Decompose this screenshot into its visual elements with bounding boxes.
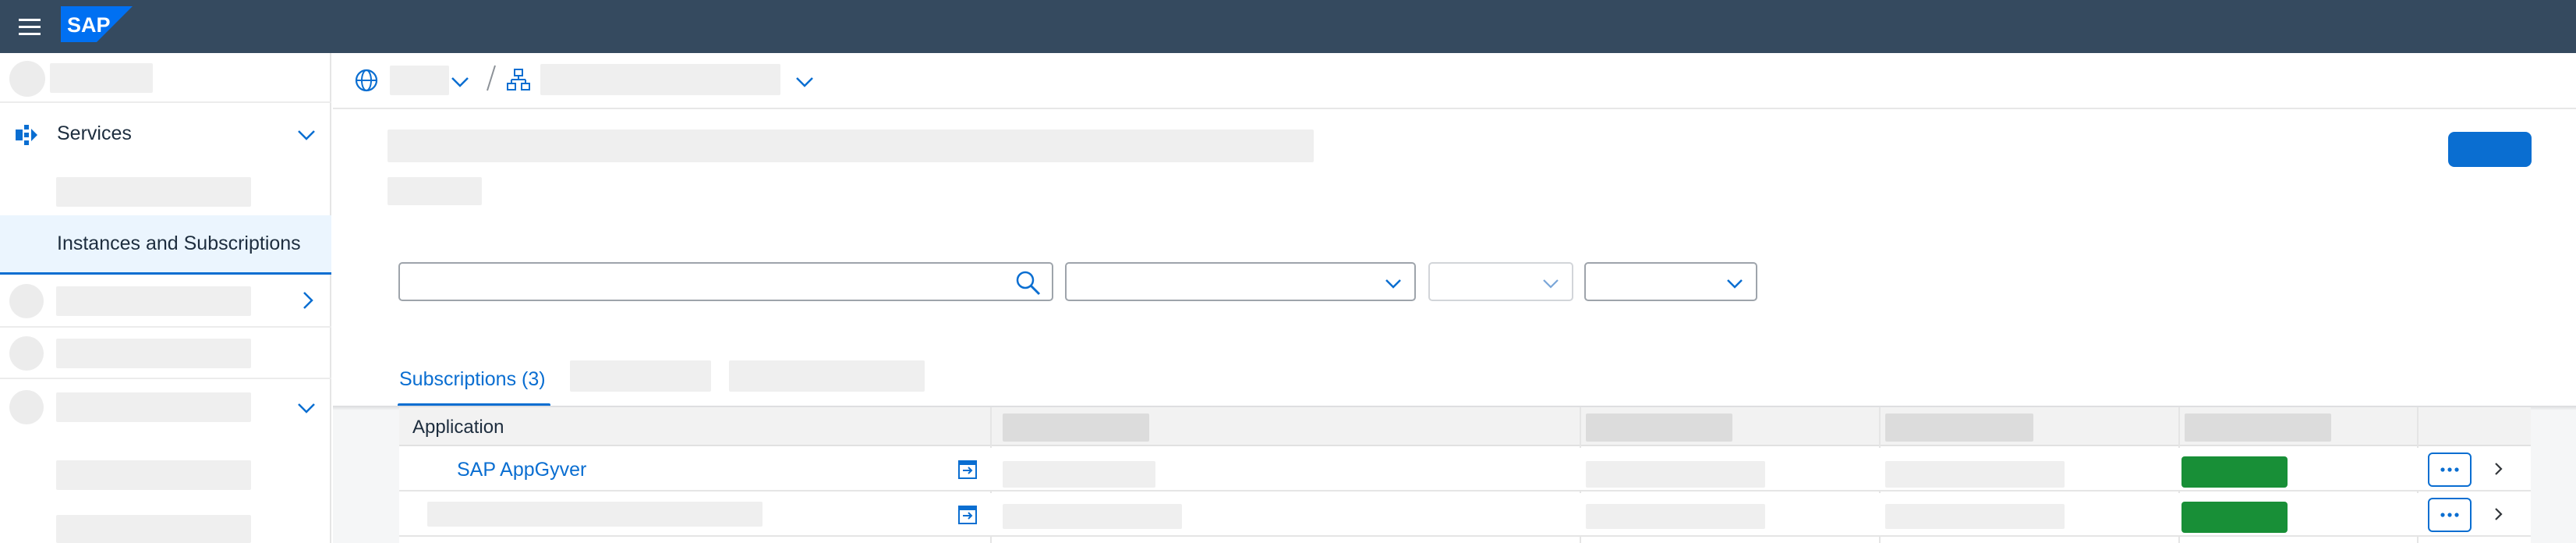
chevron-right-icon[interactable] — [2487, 457, 2511, 481]
sidebar-item[interactable] — [0, 379, 331, 434]
cell-placeholder — [1586, 504, 1765, 529]
chevron-down-icon — [1725, 273, 1745, 293]
search-input[interactable] — [398, 262, 1053, 301]
tab-placeholder[interactable] — [729, 360, 925, 392]
chevron-down-icon — [1541, 273, 1561, 293]
chevron-right-icon[interactable] — [296, 289, 320, 312]
application-link[interactable]: SAP AppGyver — [457, 459, 586, 481]
chevron-right-icon[interactable] — [2487, 502, 2511, 526]
breadcrumb-separator — [486, 62, 497, 94]
chevron-down-icon[interactable] — [448, 70, 472, 94]
avatar — [9, 61, 45, 97]
column-header-placeholder[interactable] — [2185, 413, 2331, 442]
shell-bar: SAP — [0, 0, 2576, 53]
chevron-down-icon[interactable] — [295, 123, 318, 147]
region-placeholder[interactable] — [390, 66, 449, 95]
chevron-down-icon[interactable] — [295, 396, 318, 420]
filter-select-1[interactable] — [1065, 262, 1416, 301]
sidebar-subitem-placeholder[interactable] — [56, 515, 251, 543]
page-subtitle — [387, 177, 482, 205]
open-application-icon[interactable] — [956, 503, 979, 527]
column-header-placeholder[interactable] — [1885, 413, 2033, 442]
hierarchy-icon[interactable] — [506, 67, 531, 92]
row-actions-button[interactable] — [2428, 452, 2472, 487]
chevron-down-icon[interactable] — [793, 70, 816, 94]
cell-placeholder — [1885, 461, 2065, 488]
more-icon — [2440, 513, 2459, 517]
sidebar-item-instances-subscriptions[interactable]: Instances and Subscriptions — [0, 215, 331, 275]
filter-select-3[interactable] — [1584, 262, 1757, 301]
sidebar-item[interactable] — [0, 328, 331, 379]
tab-subscriptions[interactable]: Subscriptions (3) — [399, 368, 546, 391]
sidebar-item-label: Services — [57, 122, 132, 144]
sidebar-subitem-placeholder — [56, 177, 251, 207]
row-actions-button[interactable] — [2428, 498, 2472, 532]
sidebar-account-placeholder — [50, 63, 153, 93]
primary-action-button[interactable] — [2448, 132, 2532, 167]
context-bar — [333, 53, 2576, 109]
cell-placeholder — [1003, 504, 1182, 529]
application-placeholder[interactable] — [427, 502, 763, 527]
sidebar-item-services[interactable]: Services — [0, 103, 331, 165]
chevron-down-icon — [1383, 273, 1403, 293]
subaccount-placeholder[interactable] — [540, 64, 780, 95]
tab-placeholder[interactable] — [570, 360, 711, 392]
sidebar-item-icon — [9, 336, 44, 371]
open-application-icon[interactable] — [956, 458, 979, 481]
sap-logo[interactable]: SAP — [61, 6, 133, 42]
sidebar-account-row[interactable] — [0, 53, 331, 103]
page-title — [387, 130, 1314, 162]
sidebar: Services Instances and Subscriptions — [0, 53, 331, 543]
status-badge — [2181, 502, 2288, 533]
filter-select-2[interactable] — [1428, 262, 1573, 301]
globe-icon[interactable] — [353, 67, 380, 94]
cell-placeholder — [1586, 461, 1765, 488]
logo-text: SAP — [67, 13, 111, 37]
sidebar-item[interactable] — [0, 275, 331, 328]
column-header-placeholder[interactable] — [1003, 413, 1149, 442]
hamburger-icon[interactable] — [16, 11, 47, 42]
sidebar-item-placeholder — [56, 286, 251, 316]
cell-placeholder — [1885, 504, 2065, 529]
cell-placeholder — [1003, 461, 1155, 488]
sidebar-item-placeholder — [56, 392, 251, 422]
sidebar-item-icon — [9, 284, 44, 318]
column-header-application[interactable]: Application — [412, 417, 504, 438]
search-icon[interactable] — [1014, 268, 1043, 298]
more-icon — [2440, 467, 2459, 472]
sidebar-subitem-placeholder[interactable] — [56, 460, 251, 490]
services-icon — [14, 122, 39, 147]
column-header-placeholder[interactable] — [1586, 413, 1732, 442]
sidebar-item-icon — [9, 390, 44, 424]
sidebar-subitem[interactable] — [0, 165, 331, 215]
status-badge — [2181, 456, 2288, 488]
sidebar-item-placeholder — [56, 339, 251, 368]
table-header: Application — [399, 407, 2531, 446]
sidebar-item-label: Instances and Subscriptions — [57, 232, 301, 254]
